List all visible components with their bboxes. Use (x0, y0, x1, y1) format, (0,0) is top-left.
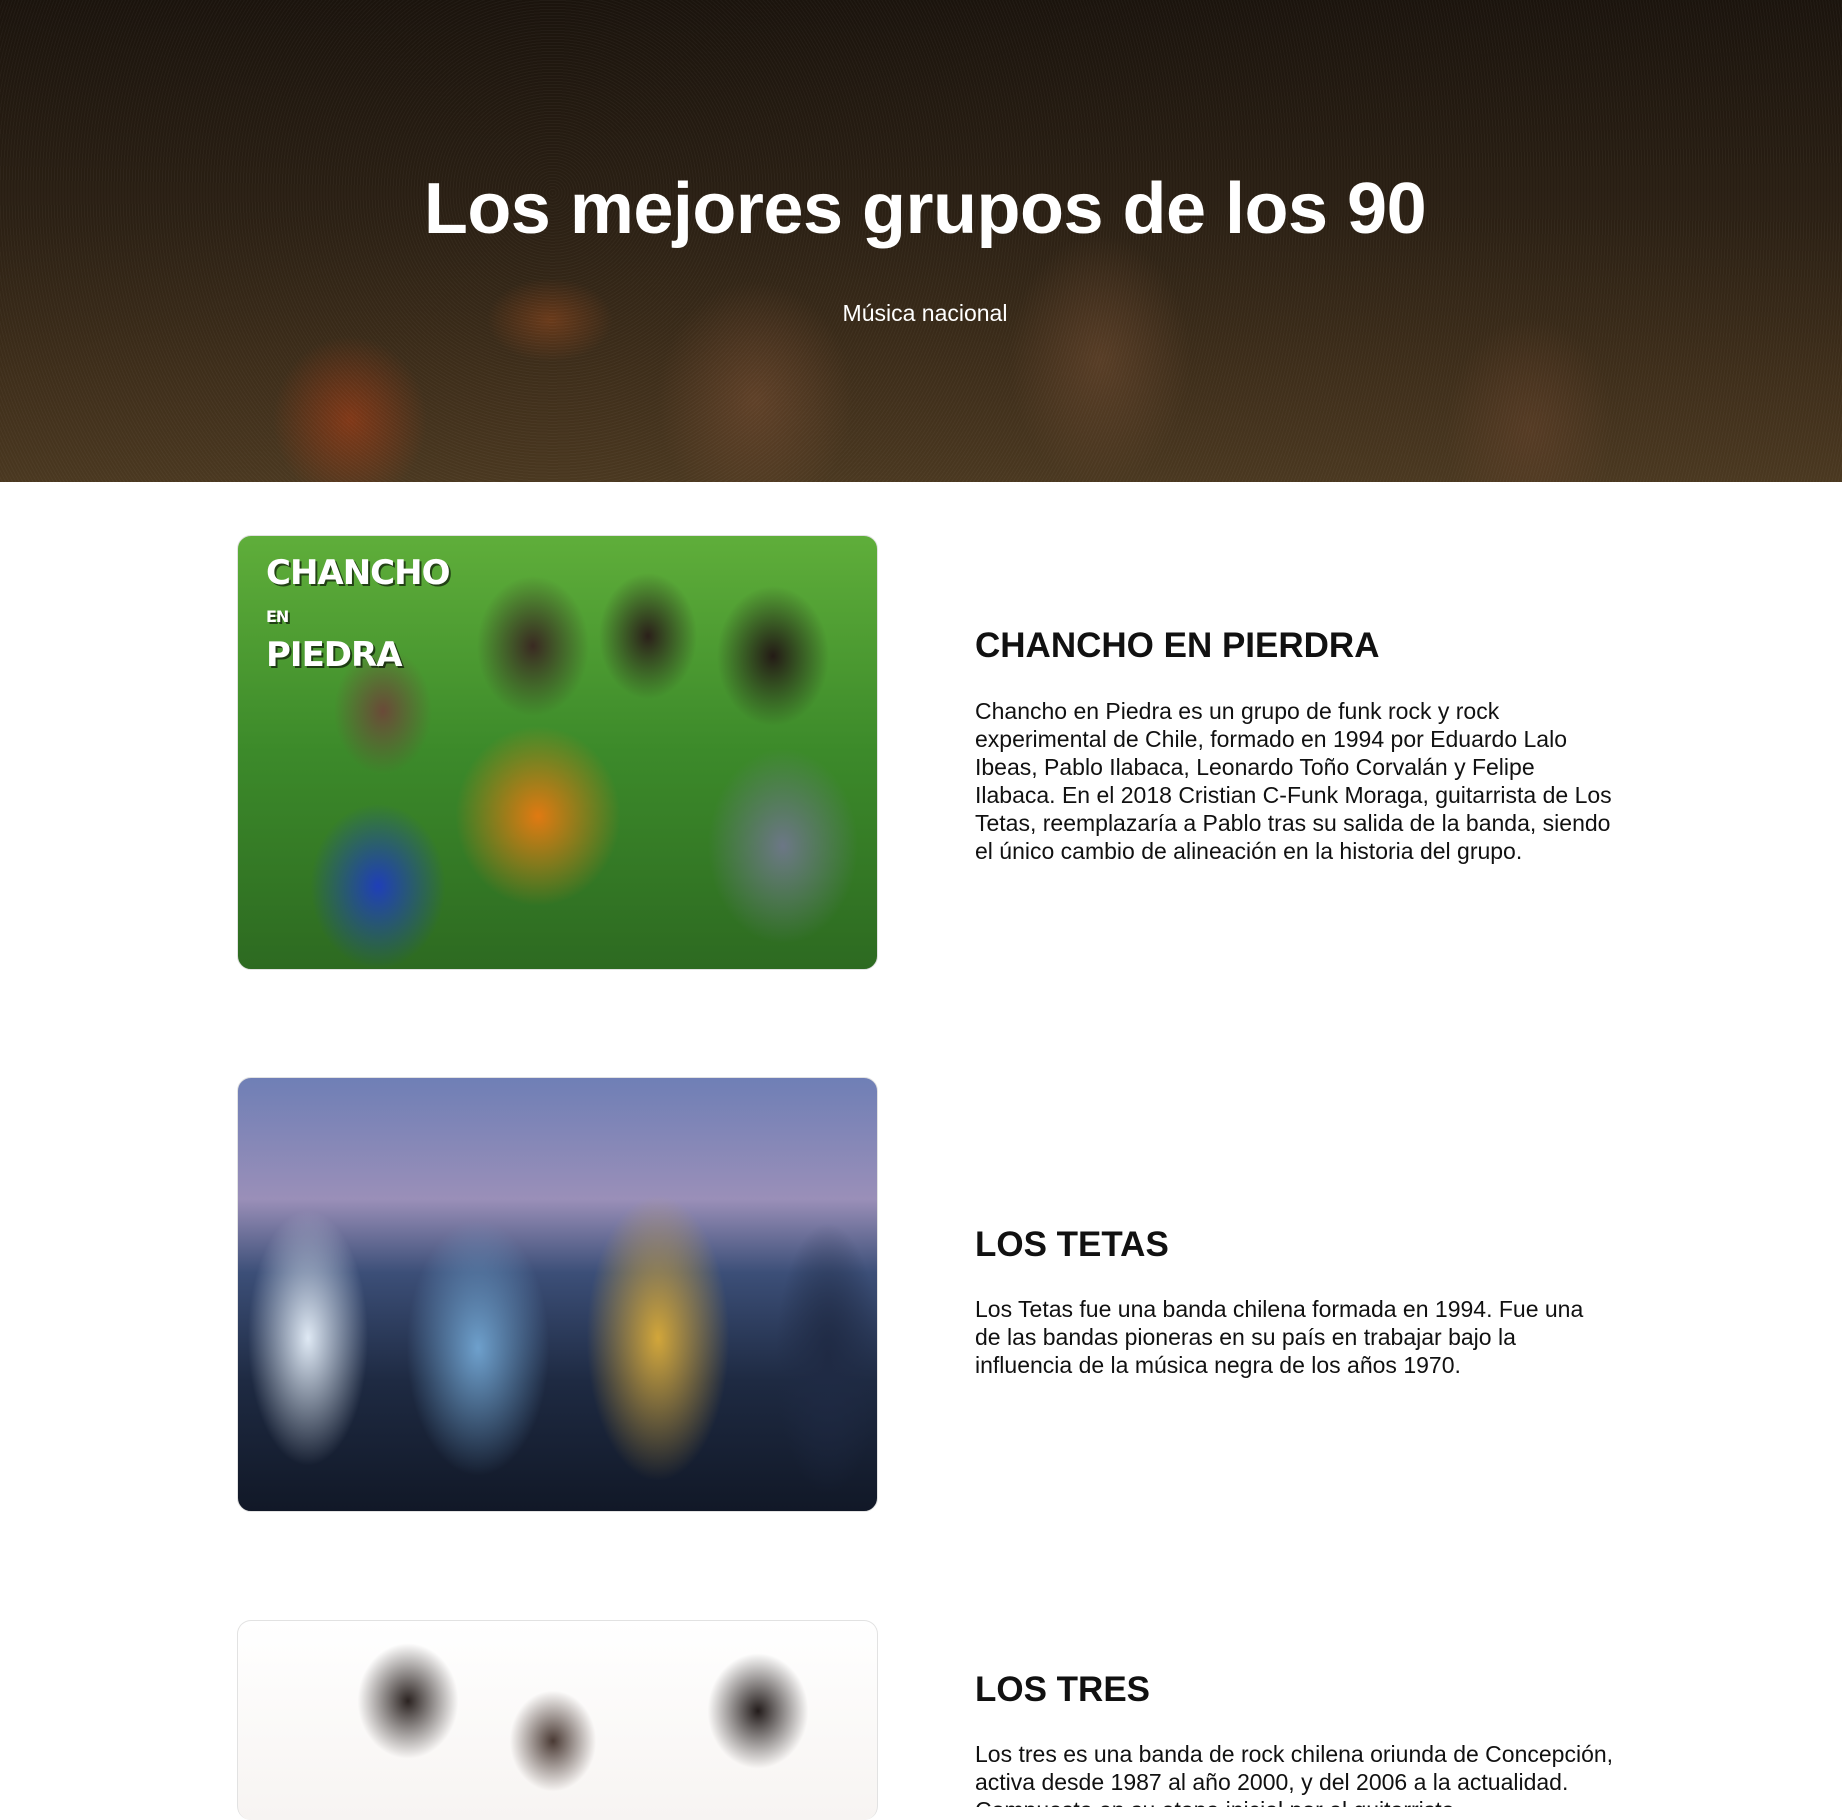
page-subtitle: Música nacional (842, 300, 1008, 326)
band-description: Los tres es una banda de rock chilena or… (975, 1741, 1614, 1807)
band-name: LOS TRES (975, 1670, 1151, 1709)
band-name: CHANCHO EN PIERDRA (975, 626, 1380, 665)
band-description: Chancho en Piedra es un grupo de funk ro… (975, 698, 1612, 864)
band-photo (237, 1077, 878, 1512)
band-name: LOS TETAS (975, 1225, 1169, 1264)
hero-banner: Los mejores grupos de los 90 Música naci… (0, 0, 1842, 482)
band-photo (237, 1620, 878, 1820)
band-description: Los Tetas fue una banda chilena formada … (975, 1296, 1584, 1378)
page-title: Los mejores grupos de los 90 (423, 169, 1427, 249)
band-photo: CHANCHO EN PIEDRA (237, 535, 878, 970)
band-logo: CHANCHO EN PIEDRA (266, 553, 450, 675)
